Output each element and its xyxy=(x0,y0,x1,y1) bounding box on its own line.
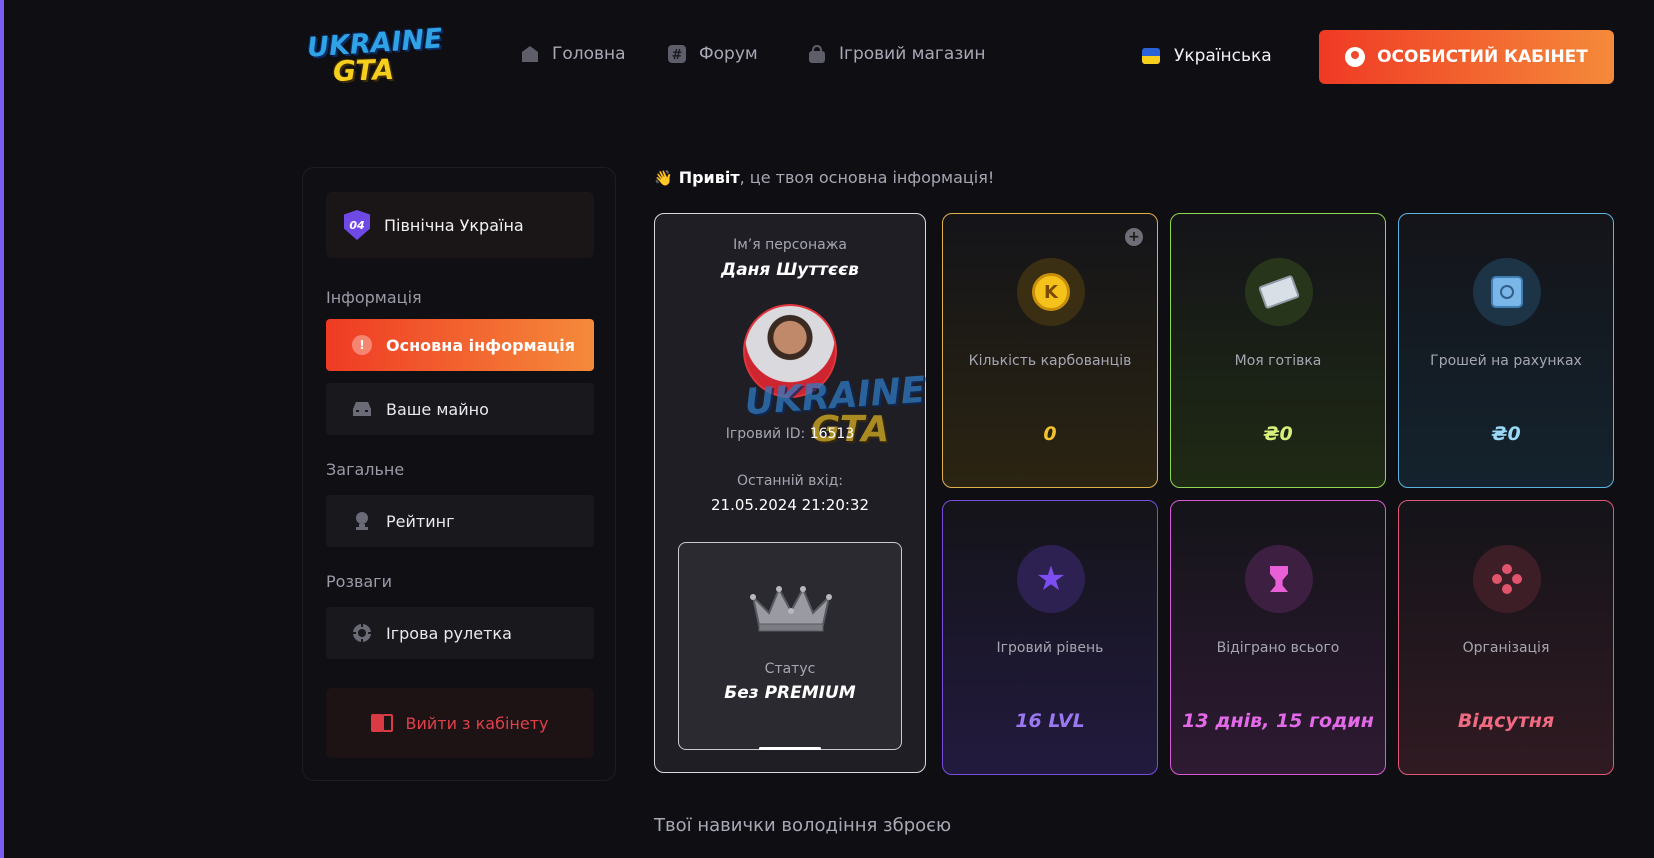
greeting-text: , це твоя основна інформація! xyxy=(739,168,995,187)
section-title-entertainment: Розваги xyxy=(326,572,392,591)
stat-card-played-time: Відіграно всього 13 днів, 15 годин xyxy=(1170,500,1386,775)
server-shield-icon: 04 xyxy=(344,210,370,240)
status-value: Без PREMIUM xyxy=(724,683,856,703)
left-accent-bar xyxy=(0,0,4,858)
language-label: Українська xyxy=(1174,46,1272,66)
nav-shop[interactable]: Ігровий магазин xyxy=(807,44,985,64)
safe-icon xyxy=(1473,258,1541,326)
sidebar-item-property[interactable]: Ваше майно xyxy=(326,383,594,435)
personal-cabinet-button[interactable]: ОСОБИСТИЙ КАБІНЕТ xyxy=(1319,30,1614,84)
shop-bag-icon xyxy=(807,44,827,64)
game-id: Ігровий ID: 16513 xyxy=(655,426,925,442)
stat-card-level: ★ Ігровий рівень 16 LVL xyxy=(942,500,1158,775)
stat-card-cash: Моя готівка ₴0 xyxy=(1170,213,1386,488)
stat-card-karbovantsi: + K Кількість карбованців 0 xyxy=(942,213,1158,488)
hourglass-icon xyxy=(1245,545,1313,613)
stat-value: ₴0 xyxy=(1263,423,1293,445)
character-name-label: Ім’я персонажа xyxy=(733,237,847,253)
stat-card-organization: Організація Відсутня xyxy=(1398,500,1614,775)
stat-value: 16 LVL xyxy=(1015,710,1085,732)
organization-icon xyxy=(1473,545,1541,613)
section-title-general: Загальне xyxy=(326,460,405,479)
sidebar-item-label: Ігрова рулетка xyxy=(386,623,512,643)
hash-icon: # xyxy=(667,44,687,64)
logout-icon xyxy=(371,714,394,732)
stat-label: Ігровий рівень xyxy=(996,640,1104,656)
game-id-value: 16513 xyxy=(809,426,855,442)
logout-button[interactable]: Вийти з кабінету xyxy=(326,688,594,758)
logo[interactable]: UKRAINE GTA xyxy=(305,23,443,90)
server-name: Північна Україна xyxy=(384,215,524,235)
logo-text-gta: GTA xyxy=(332,52,395,89)
coin-icon: K xyxy=(1017,258,1085,326)
sidebar-item-label: Основна інформація xyxy=(386,335,576,355)
header: UKRAINE GTA Головна # Форум Ігровий мага… xyxy=(0,0,1654,115)
sidebar-item-rating[interactable]: Рейтинг xyxy=(326,495,594,547)
section-title-info: Інформація xyxy=(326,288,422,307)
stat-label: Організація xyxy=(1462,640,1550,656)
avatar xyxy=(743,304,837,398)
add-karbovantsi-button[interactable]: + xyxy=(1125,228,1143,246)
status-indicator-bar xyxy=(759,747,821,750)
sidebar-item-main-info[interactable]: ! Основна інформація xyxy=(326,319,594,371)
greeting-bold: Привіт xyxy=(678,168,740,187)
game-id-label: Ігровий ID: xyxy=(725,426,806,442)
sidebar: 04 Північна Україна Інформація ! Основна… xyxy=(302,167,616,781)
nav-forum-label: Форум xyxy=(699,44,758,64)
last-login-label: Останній вхід: xyxy=(736,473,844,489)
language-selector[interactable]: Українська xyxy=(1142,46,1272,66)
character-name: Даня Шуттєєв xyxy=(721,260,859,280)
home-icon xyxy=(520,44,540,64)
stat-value: ₴0 xyxy=(1491,423,1521,445)
greeting: 👋 Привіт, це твоя основна інформація! xyxy=(654,168,994,187)
last-login-value: 21.05.2024 21:20:32 xyxy=(710,496,870,514)
stat-value: 13 днів, 15 годин xyxy=(1182,710,1374,732)
status-label: Статус xyxy=(764,661,816,677)
stat-card-bank: Грошей на рахунках ₴0 xyxy=(1398,213,1614,488)
personal-cabinet-label: ОСОБИСТИЙ КАБІНЕТ xyxy=(1377,47,1588,67)
sidebar-item-roulette[interactable]: Ігрова рулетка xyxy=(326,607,594,659)
premium-status-box[interactable]: Статус Без PREMIUM xyxy=(678,542,902,750)
alert-icon: ! xyxy=(352,335,372,355)
stat-value: 0 xyxy=(1043,423,1057,445)
sidebar-item-label: Рейтинг xyxy=(386,511,455,531)
nav-forum[interactable]: # Форум xyxy=(667,44,758,64)
stat-value: Відсутня xyxy=(1457,710,1555,732)
stat-label: Грошей на рахунках xyxy=(1430,353,1582,369)
sidebar-item-label: Ваше майно xyxy=(386,399,489,419)
cash-icon xyxy=(1245,258,1313,326)
star-icon: ★ xyxy=(1017,545,1085,613)
stat-label: Відіграно всього xyxy=(1216,640,1340,656)
server-selector[interactable]: 04 Північна Україна xyxy=(326,192,594,258)
weapons-skills-title: Твої навички володіння зброєю xyxy=(654,815,952,836)
trophy-icon xyxy=(352,511,372,531)
stat-label: Кількість карбованців xyxy=(968,353,1132,369)
nav-home[interactable]: Головна xyxy=(520,44,626,64)
nav-home-label: Головна xyxy=(552,44,626,64)
profile-card: Ім’я персонажа Даня Шуттєєв UKRAINE GTA … xyxy=(654,213,927,773)
logout-label: Вийти з кабінету xyxy=(405,713,549,733)
nav-shop-label: Ігровий магазин xyxy=(839,44,986,64)
roulette-chip-icon xyxy=(352,623,372,643)
car-icon xyxy=(352,399,372,419)
svg-text:#: # xyxy=(672,48,683,63)
user-icon xyxy=(1345,47,1366,67)
stat-label: Моя готівка xyxy=(1234,353,1322,369)
crown-icon xyxy=(750,586,832,632)
waving-hand-icon: 👋 xyxy=(654,168,673,187)
ukraine-flag-icon xyxy=(1142,48,1160,64)
